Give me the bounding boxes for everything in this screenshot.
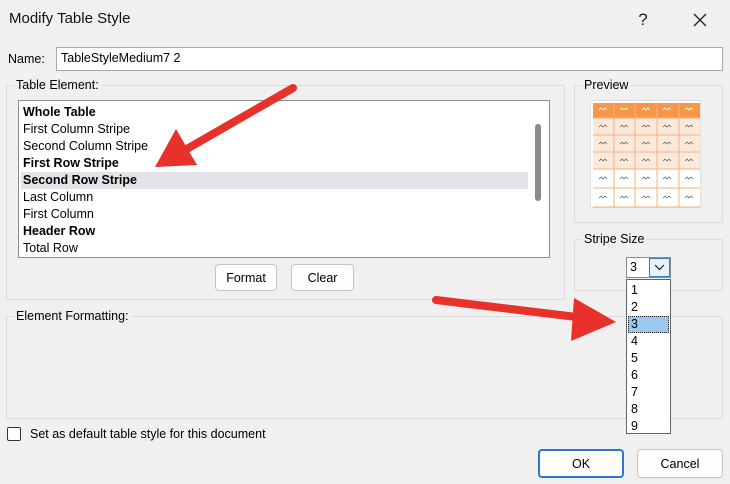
name-input[interactable]: TableStyleMedium7 2	[56, 47, 723, 71]
dialog-title: Modify Table Style	[9, 10, 131, 27]
list-item-second-column-stripe[interactable]: Second Column Stripe	[21, 138, 528, 155]
format-button[interactable]: Format	[215, 264, 277, 291]
list-item-first-column[interactable]: First Column	[21, 206, 528, 223]
close-button[interactable]	[676, 0, 724, 40]
format-button-label: Format	[226, 270, 266, 285]
element-formatting-group	[6, 316, 723, 419]
table-preview-image	[593, 103, 700, 208]
stripe-size-dropdown-list[interactable]: 1 2 3 4 5 6 7 8 9	[626, 279, 671, 434]
preview-title: Preview	[582, 78, 631, 92]
stripe-option-4[interactable]: 4	[628, 333, 669, 350]
set-default-checkbox[interactable]	[7, 427, 21, 441]
table-element-list[interactable]: Whole Table First Column Stripe Second C…	[18, 100, 550, 258]
list-item-first-column-stripe[interactable]: First Column Stripe	[21, 121, 528, 138]
close-icon	[693, 13, 707, 27]
preview-thumbnail	[590, 100, 701, 208]
list-scrollbar-thumb[interactable]	[535, 124, 541, 201]
clear-button[interactable]: Clear	[291, 264, 354, 291]
cancel-button[interactable]: Cancel	[637, 449, 723, 478]
stripe-option-3[interactable]: 3	[628, 316, 669, 333]
stripe-size-value: 3	[630, 260, 637, 274]
stripe-option-9[interactable]: 9	[628, 418, 669, 435]
list-item-first-row-stripe[interactable]: First Row Stripe	[21, 155, 528, 172]
table-element-title: Table Element:	[14, 78, 101, 92]
clear-button-label: Clear	[307, 270, 338, 285]
name-label: Name:	[8, 52, 45, 66]
stripe-option-5[interactable]: 5	[628, 350, 669, 367]
list-item-total-row[interactable]: Total Row	[21, 240, 528, 257]
list-item-second-row-stripe[interactable]: Second Row Stripe	[21, 172, 528, 189]
set-default-label: Set as default table style for this docu…	[30, 427, 266, 441]
stripe-option-8[interactable]: 8	[628, 401, 669, 418]
stripe-option-1[interactable]: 1	[628, 282, 669, 299]
stripe-option-7[interactable]: 7	[628, 384, 669, 401]
help-button[interactable]: ?	[620, 0, 666, 40]
element-formatting-title: Element Formatting:	[14, 309, 131, 323]
list-item-last-column[interactable]: Last Column	[21, 189, 528, 206]
stripe-option-2[interactable]: 2	[628, 299, 669, 316]
chevron-down-icon	[654, 264, 665, 271]
list-item-header-row[interactable]: Header Row	[21, 223, 528, 240]
cancel-button-label: Cancel	[660, 456, 700, 471]
list-item-whole-table[interactable]: Whole Table	[21, 104, 528, 121]
stripe-option-6[interactable]: 6	[628, 367, 669, 384]
ok-button-label: OK	[571, 456, 591, 471]
ok-button[interactable]: OK	[538, 449, 624, 478]
stripe-size-title: Stripe Size	[582, 232, 647, 246]
stripe-size-dropdown-button[interactable]	[649, 258, 670, 277]
